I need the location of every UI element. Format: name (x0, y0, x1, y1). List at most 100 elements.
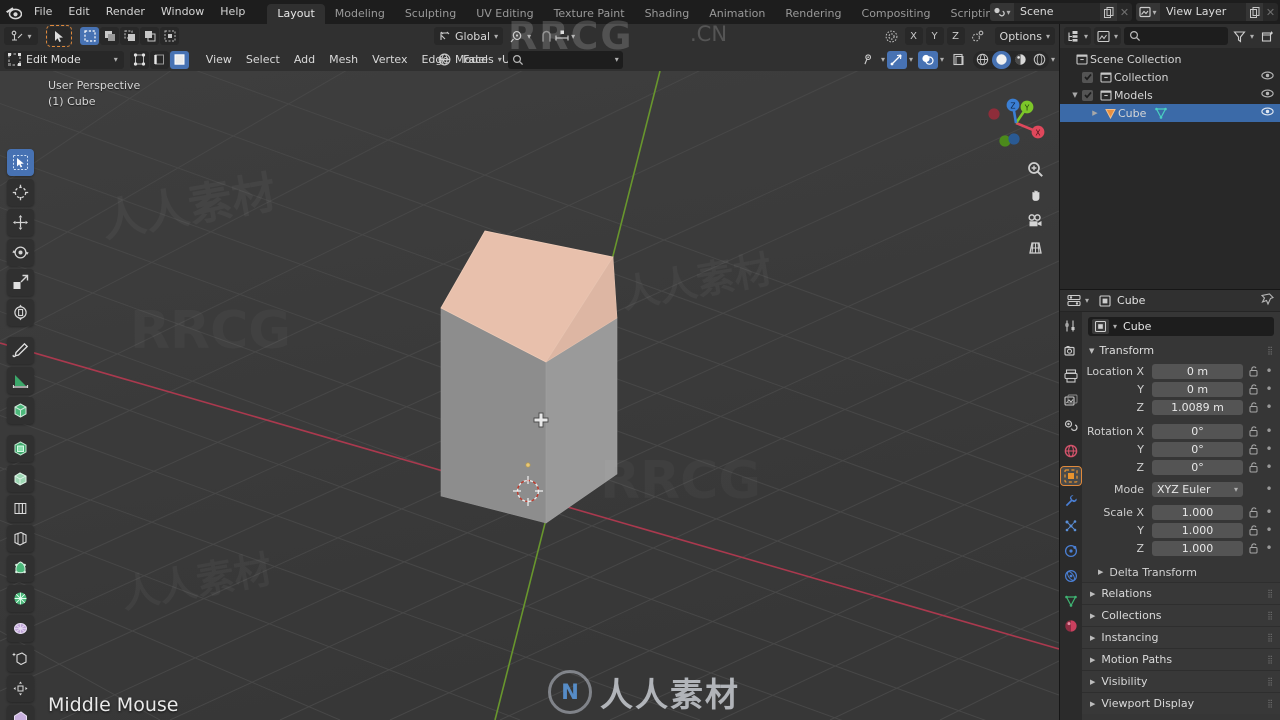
properties-editor-icon[interactable]: ▾ (1064, 292, 1092, 310)
tool-tweak-select-icon[interactable] (7, 149, 34, 176)
scene-selector[interactable]: ▾ Scene ✕ (990, 3, 1132, 21)
blender-logo-icon[interactable] (0, 0, 26, 24)
collection-visibility-checkbox[interactable] (1082, 71, 1093, 83)
row-value[interactable]: 0° (1152, 423, 1243, 439)
tab-texture-paint[interactable]: Texture Paint (544, 4, 635, 24)
outliner-search-field[interactable] (1144, 30, 1228, 42)
tool-smooth-icon[interactable] (7, 645, 34, 672)
viewport-menu-select[interactable]: Select (239, 51, 287, 69)
expand-triangle-down-icon[interactable]: ▼ (1068, 91, 1082, 99)
tab-shading[interactable]: Shading (635, 4, 700, 24)
tab-modeling[interactable]: Modeling (325, 4, 395, 24)
viewport-menu-mesh[interactable]: Mesh (322, 51, 365, 69)
viewport-menu-view[interactable]: View (199, 51, 239, 69)
new-scene-icon[interactable] (1100, 3, 1117, 21)
collection-filter-dropdown[interactable]: Models ▾ (436, 51, 504, 69)
navigation-gizmo[interactable]: X Y Z (981, 85, 1051, 155)
lock-icon[interactable] (1247, 506, 1260, 518)
pivot-point-dropdown[interactable]: ▾ (508, 27, 533, 45)
lock-icon[interactable] (1247, 425, 1260, 437)
mesh-data-icon[interactable] (1154, 106, 1168, 120)
select-intersect-icon[interactable] (160, 27, 179, 45)
tab-sculpting[interactable]: Sculpting (395, 4, 466, 24)
outliner-display-icon[interactable]: ▾ (1064, 27, 1092, 45)
row-value[interactable]: 0 m (1152, 363, 1243, 379)
tool-inset-faces-icon[interactable] (7, 465, 34, 492)
mode-dropdown[interactable]: Edit Mode ▾ (4, 50, 124, 69)
eye-icon[interactable] (1261, 87, 1274, 103)
tab-uv-editing[interactable]: UV Editing (466, 4, 543, 24)
tool-annotate-icon[interactable] (7, 337, 34, 364)
outliner-row-collection[interactable]: Collection (1060, 68, 1280, 86)
panel-viewport-display[interactable]: ▶ Viewport Display ⣿ (1082, 692, 1280, 714)
menu-edit[interactable]: Edit (60, 3, 97, 21)
pin-icon[interactable] (1260, 292, 1274, 309)
editor-type-icon[interactable]: ▾ (4, 27, 38, 45)
select-set-icon[interactable] (80, 27, 99, 45)
properties-tab-tool-icon[interactable] (1061, 317, 1081, 335)
tab-compositing[interactable]: Compositing (852, 4, 941, 24)
tool-bevel-icon[interactable] (7, 495, 34, 522)
properties-tab-output-icon[interactable] (1061, 367, 1081, 385)
outliner-row-cube[interactable]: ▶ Cube (1060, 104, 1280, 122)
tool-edge-slide-icon[interactable] (7, 675, 34, 702)
animate-dot-icon[interactable]: • (1264, 524, 1274, 536)
axis-toggle-x[interactable]: X (904, 27, 923, 45)
animate-dot-icon[interactable]: • (1264, 443, 1274, 455)
snap-controls[interactable]: ▾ (538, 27, 577, 45)
zoom-icon[interactable] (1023, 156, 1047, 182)
rendered-icon[interactable] (1030, 51, 1049, 69)
solid-icon[interactable] (991, 50, 1011, 69)
tool-move-icon[interactable] (7, 209, 34, 236)
tab-layout[interactable]: Layout (267, 4, 325, 24)
select-invert-icon[interactable] (140, 27, 159, 45)
gizmo-icon[interactable] (886, 50, 907, 69)
new-collection-icon[interactable] (1259, 27, 1276, 45)
filter-id-icon[interactable]: ▾ (1094, 27, 1122, 45)
row-value[interactable]: 1.0089 m (1152, 399, 1243, 415)
panel-visibility[interactable]: ▶ Visibility ⣿ (1082, 670, 1280, 692)
3d-viewport[interactable]: 人人素材 人人素材 人人素材 RRCG RRCG User Perspectiv… (0, 71, 1059, 720)
models-visibility-checkbox[interactable] (1082, 89, 1093, 101)
tool-knife-icon[interactable] (7, 555, 34, 582)
animate-dot-icon[interactable]: • (1264, 365, 1274, 377)
animate-dot-icon[interactable]: • (1264, 483, 1274, 495)
properties-tab-render-icon[interactable] (1061, 342, 1081, 360)
properties-tab-material-icon[interactable] (1061, 617, 1081, 635)
tool-rotate-icon[interactable] (7, 239, 34, 266)
row-value[interactable]: 1.000 (1152, 504, 1243, 520)
lock-icon[interactable] (1247, 524, 1260, 536)
new-view-layer-icon[interactable] (1246, 3, 1263, 21)
remove-scene-icon[interactable]: ✕ (1117, 3, 1132, 21)
animate-dot-icon[interactable]: • (1264, 425, 1274, 437)
expand-triangle-right-icon[interactable]: ▶ (1088, 109, 1102, 117)
viewport-menu-vertex[interactable]: Vertex (365, 51, 414, 69)
tool-scale-icon[interactable] (7, 269, 34, 296)
properties-tab-object-icon[interactable] (1060, 466, 1082, 486)
viewport-menu-add[interactable]: Add (287, 51, 322, 69)
perspective-ortho-icon[interactable] (1023, 234, 1047, 260)
camera-icon[interactable] (1023, 208, 1047, 234)
overlays-icon[interactable] (917, 50, 938, 69)
properties-tab-world-icon[interactable] (1061, 442, 1081, 460)
lock-icon[interactable] (1247, 443, 1260, 455)
properties-tab-scene-icon[interactable] (1061, 417, 1081, 435)
panel-instancing[interactable]: ▶ Instancing ⣿ (1082, 626, 1280, 648)
wireframe-icon[interactable] (973, 51, 992, 69)
tool-measure-icon[interactable] (7, 367, 34, 394)
lock-icon[interactable] (1247, 461, 1260, 473)
scene-name[interactable]: Scene (1014, 3, 1100, 21)
remove-view-layer-icon[interactable]: ✕ (1263, 3, 1278, 21)
animate-dot-icon[interactable]: • (1264, 383, 1274, 395)
options-dropdown[interactable]: Options ▾ (994, 27, 1055, 45)
properties-tab-physics-icon[interactable] (1061, 542, 1081, 560)
tool-cursor-3d-icon[interactable] (7, 179, 34, 206)
row-value[interactable]: 0° (1152, 441, 1243, 457)
menu-file[interactable]: File (26, 3, 60, 21)
tool-shrink-fatten-icon[interactable] (7, 705, 34, 720)
view-layer-name[interactable]: View Layer (1160, 3, 1246, 21)
vertex-select-icon[interactable] (129, 50, 149, 69)
panel-relations[interactable]: ▶ Relations ⣿ (1082, 582, 1280, 604)
properties-tab-constraints-icon[interactable] (1061, 567, 1081, 585)
material-preview-icon[interactable] (1011, 51, 1030, 69)
